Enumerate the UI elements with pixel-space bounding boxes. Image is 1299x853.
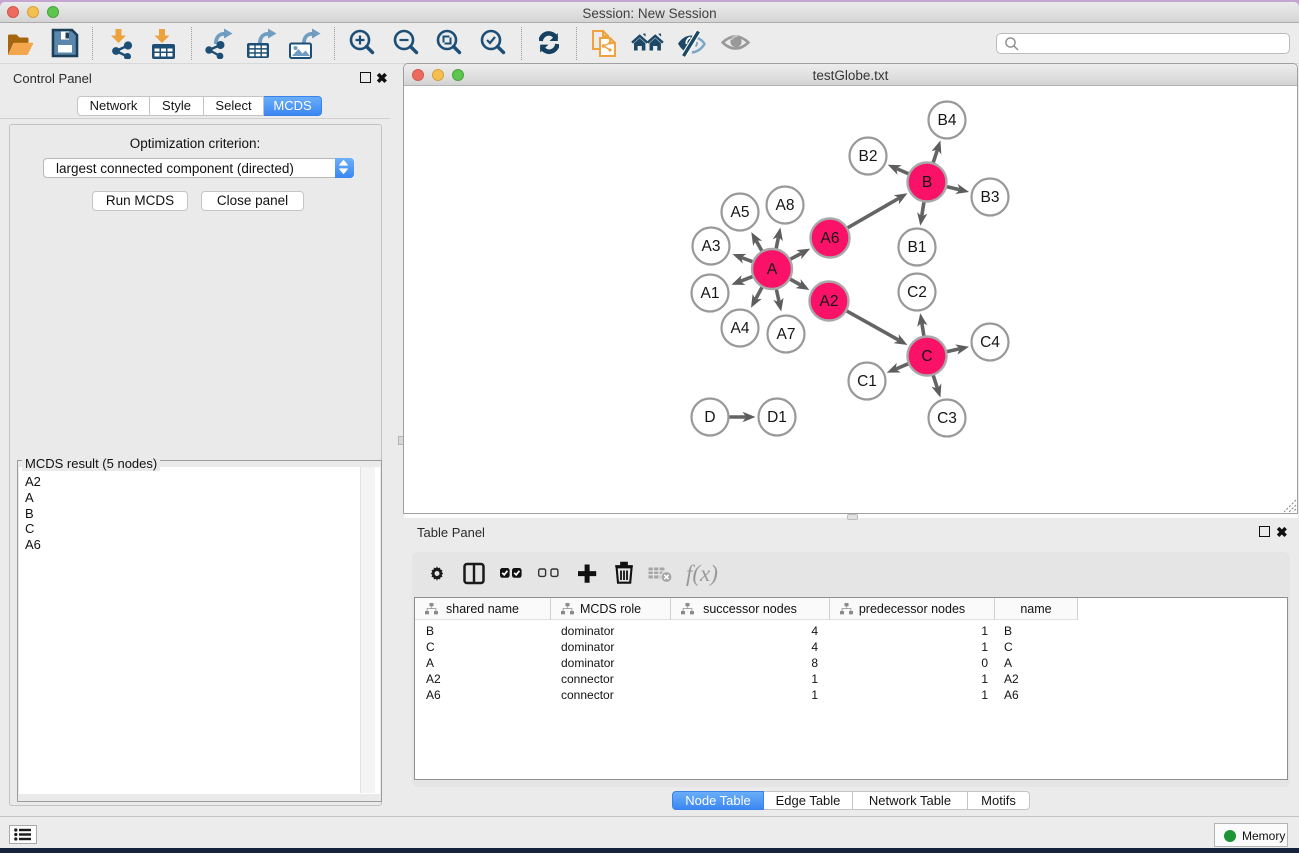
svg-text:A8: A8 (776, 197, 795, 214)
svg-text:B: B (922, 174, 932, 191)
svg-text:B1: B1 (908, 239, 927, 256)
svg-text:D: D (704, 409, 715, 426)
svg-text:B4: B4 (938, 112, 957, 129)
svg-text:A5: A5 (731, 204, 750, 221)
svg-text:A2: A2 (820, 293, 839, 310)
svg-text:f(x): f(x) (686, 561, 718, 586)
svg-text:A1: A1 (701, 285, 720, 302)
svg-text:A3: A3 (702, 238, 721, 255)
svg-text:A4: A4 (731, 320, 750, 337)
svg-text:B3: B3 (981, 189, 1000, 206)
svg-text:A7: A7 (777, 326, 796, 343)
svg-text:A6: A6 (821, 230, 840, 247)
svg-text:C4: C4 (980, 334, 1000, 351)
svg-text:C2: C2 (907, 284, 927, 301)
svg-text:D1: D1 (767, 409, 787, 426)
svg-text:C1: C1 (857, 373, 877, 390)
svg-text:A: A (767, 261, 778, 278)
svg-text:C3: C3 (937, 410, 957, 427)
svg-text:B2: B2 (859, 148, 878, 165)
svg-text:C: C (921, 348, 932, 365)
